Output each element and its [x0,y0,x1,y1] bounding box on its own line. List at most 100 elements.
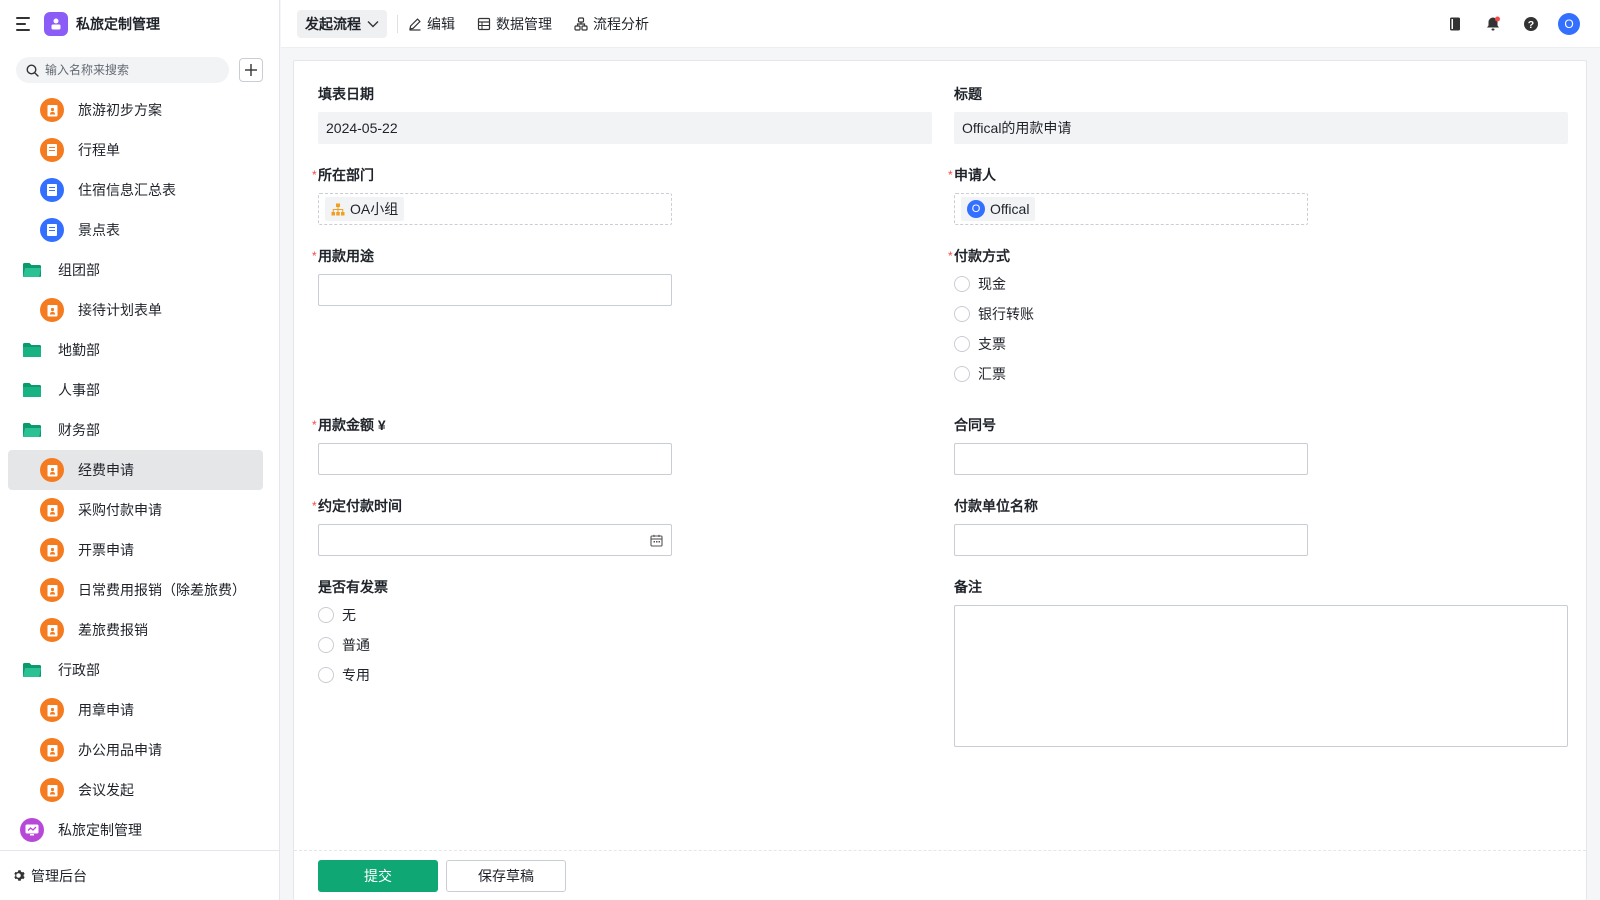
radio-option[interactable]: 支票 [954,329,1034,359]
sidebar-item[interactable]: 日常费用报销（除差旅费） [8,570,263,610]
sidebar-search[interactable] [16,57,229,83]
radio-option[interactable]: 现金 [954,269,1034,299]
sidebar-item-label: 私旅定制管理 [58,822,142,838]
amount-field: * 用款金额 ¥ [312,416,672,475]
department-value: OA小组 [350,201,399,217]
form-panel: 填表日期 2024-05-22 标题 Offical的用款申请 * 所在部门 O… [293,60,1587,900]
folder-icon [23,383,41,397]
edit-label: 编辑 [427,15,455,32]
fill-date-label: 填表日期 [318,86,374,102]
sidebar-item[interactable]: 行程单 [8,130,263,170]
remark-textarea[interactable] [954,605,1568,747]
department-field: * 所在部门 OA小组 [312,166,672,225]
radio-circle-icon [954,306,970,322]
purpose-input[interactable] [318,274,672,306]
gear-icon [14,870,25,881]
payer-name-field: 付款单位名称 [954,497,1308,556]
admin-console-link[interactable]: 管理后台 [0,850,279,900]
title-label: 标题 [954,86,982,102]
folder-open-icon [23,663,41,677]
sidebar-item[interactable]: 住宿信息汇总表 [8,170,263,210]
sidebar-item-label: 用章申请 [78,702,134,718]
add-button[interactable] [239,58,263,82]
radio-option[interactable]: 无 [318,600,388,630]
sidebar-item[interactable]: 财务部 [8,410,263,450]
sidebar-item[interactable]: 采购付款申请 [8,490,263,530]
sidebar-item-label: 组团部 [58,262,100,278]
sidebar-item[interactable]: 行政部 [8,650,263,690]
sidebar-item-label: 开票申请 [78,542,134,558]
sidebar-item[interactable]: 人事部 [8,370,263,410]
contract-no-input[interactable] [954,443,1308,475]
data-management-label: 数据管理 [496,15,552,32]
search-input[interactable] [45,63,205,77]
sidebar-item[interactable]: 接待计划表单 [8,290,263,330]
radio-circle-icon [954,276,970,292]
radio-option-label: 汇票 [978,366,1006,382]
applicant-tag: O Offical [961,197,1036,221]
pencil-icon [409,17,421,31]
required-mark: * [948,249,953,263]
sidebar-item-label: 会议发起 [78,782,134,798]
title-value: Offical的用款申请 [954,112,1568,144]
amount-input[interactable] [318,443,672,475]
purpose-field: * 用款用途 [312,247,672,306]
applicant-picker[interactable]: O Offical [954,193,1308,225]
department-picker[interactable]: OA小组 [318,193,672,225]
pay-time-input[interactable] [318,524,672,556]
radio-option-label: 支票 [978,336,1006,352]
required-mark: * [312,499,317,513]
notebook-icon[interactable] [1444,13,1466,35]
save-draft-button[interactable]: 保存草稿 [446,859,566,892]
radio-option[interactable]: 汇票 [954,359,1034,389]
pay-time-field: * 约定付款时间 [312,497,672,556]
radio-circle-icon [954,336,970,352]
data-management-button[interactable]: 数据管理 [477,14,552,34]
sidebar-item[interactable]: 经费申请 [8,450,263,490]
sidebar-item-label: 旅游初步方案 [78,102,162,118]
sidebar-item-label: 住宿信息汇总表 [78,182,176,198]
bell-icon[interactable] [1482,13,1504,35]
top-toolbar: 发起流程 编辑 数据管理 流程分析 ? O [281,0,1600,48]
sidebar-item[interactable]: 办公用品申请 [8,730,263,770]
sidebar-item-label: 财务部 [58,422,100,438]
folder-open-icon [23,263,41,277]
sidebar-item-label: 办公用品申请 [78,742,162,758]
user-avatar[interactable]: O [1558,13,1580,35]
sidebar-item[interactable]: 地勤部 [8,330,263,370]
sidebar-header: 私旅定制管理 [0,0,279,48]
blue-doc-icon [40,178,64,202]
process-analysis-label: 流程分析 [593,15,649,32]
sidebar-item[interactable]: 景点表 [8,210,263,250]
toolbar-divider [397,14,398,33]
radio-option[interactable]: 普通 [318,630,388,660]
radio-option[interactable]: 银行转账 [954,299,1034,329]
menu-toggle-icon[interactable] [16,17,32,31]
remark-label: 备注 [954,579,982,595]
required-mark: * [948,168,953,182]
sidebar-item[interactable]: 会议发起 [8,770,263,810]
payer-name-input[interactable] [954,524,1308,556]
sidebar-item[interactable]: 私旅定制管理 [8,810,263,850]
sidebar-item[interactable]: 组团部 [8,250,263,290]
radio-option[interactable]: 专用 [318,660,388,690]
form-footer: 提交 保存草稿 [294,850,1586,900]
radio-option-label: 银行转账 [978,306,1034,322]
folder-icon [23,343,41,357]
sidebar-item[interactable]: 旅游初步方案 [8,90,263,130]
contract-no-field: 合同号 [954,416,1308,475]
edit-button[interactable]: 编辑 [408,14,455,34]
launch-process-button[interactable]: 发起流程 [297,9,387,38]
help-icon[interactable]: ? [1520,13,1542,35]
sidebar-item[interactable]: 差旅费报销 [8,610,263,650]
sidebar-item[interactable]: 开票申请 [8,530,263,570]
orange-form-icon [40,738,64,762]
sidebar-item[interactable]: 用章申请 [8,690,263,730]
submit-button[interactable]: 提交 [318,859,438,892]
blue-doc-icon [40,218,64,242]
process-analysis-button[interactable]: 流程分析 [574,14,649,34]
sidebar-item-label: 行程单 [78,142,120,158]
launch-process-label: 发起流程 [305,15,361,32]
orange-form-icon [40,618,64,642]
orange-form-icon [40,298,64,322]
